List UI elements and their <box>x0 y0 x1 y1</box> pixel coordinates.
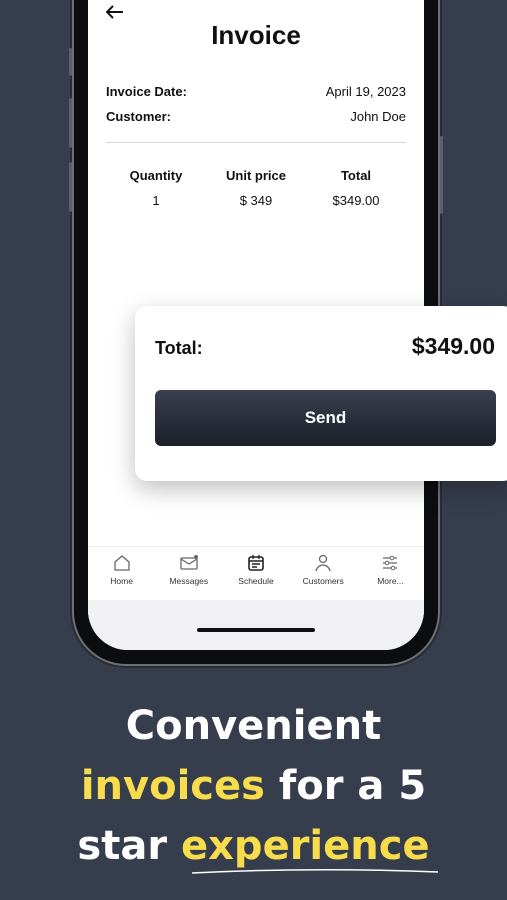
mail-icon <box>180 555 198 570</box>
header-unit-price: Unit price <box>226 168 286 183</box>
headline-line-2: invoices for a 5 <box>0 756 507 816</box>
send-button[interactable]: Send <box>155 390 496 446</box>
header-quantity: Quantity <box>129 168 183 183</box>
customer-label: Customer: <box>106 109 172 124</box>
tab-customers-label: Customers <box>302 576 344 586</box>
power-button <box>440 136 443 214</box>
cell-unit-price: $ 349 <box>239 193 273 208</box>
total-value: $349.00 <box>411 333 495 359</box>
tab-customers[interactable]: Customers <box>290 547 357 600</box>
tab-schedule-label: Schedule <box>238 576 274 586</box>
total-label: Total: <box>155 338 203 358</box>
tab-schedule[interactable]: Schedule <box>222 547 289 600</box>
headline-highlight-invoices: invoices <box>80 763 265 809</box>
page-title: Invoice <box>211 20 301 50</box>
invoice-date-label: Invoice Date: <box>106 84 187 99</box>
headline-line-1: Convenient <box>125 703 382 749</box>
sliders-icon <box>383 555 398 571</box>
invoice-date-value: April 19, 2023 <box>325 84 406 99</box>
bottom-tab-bar: Home Messages Schedule Customers More... <box>88 546 424 600</box>
tab-messages-label: Messages <box>169 576 209 586</box>
home-icon <box>113 555 130 571</box>
underline-stroke <box>191 868 439 874</box>
tab-more[interactable]: More... <box>357 547 424 600</box>
invoice-date-row: Invoice Date: April 19, 2023 <box>106 84 406 99</box>
customer-row: Customer: John Doe <box>106 109 406 124</box>
total-card: Total: $349.00 Send <box>135 306 507 481</box>
volume-up-button <box>69 98 72 148</box>
tab-home-label: Home <box>110 576 133 586</box>
home-indicator-area <box>88 600 424 650</box>
table-row: 1 $ 349 $349.00 <box>106 193 406 208</box>
headline-line-3-start: star <box>77 823 181 869</box>
line-items-table: Quantity Unit price Total 1 $ 349 $349.0… <box>106 168 406 218</box>
headline-highlight-experience: experience <box>181 823 430 869</box>
header-total: Total <box>340 168 372 183</box>
marketing-headline: Convenient invoices for a 5 star experie… <box>0 696 507 876</box>
mute-switch <box>69 48 72 76</box>
calendar-icon <box>248 555 264 571</box>
divider <box>106 142 406 143</box>
cell-total: $349.00 <box>332 193 380 208</box>
tab-home[interactable]: Home <box>88 547 155 600</box>
table-header: Quantity Unit price Total <box>106 168 406 183</box>
person-icon <box>315 554 331 572</box>
tab-more-label: More... <box>377 576 404 586</box>
volume-down-button <box>69 162 72 212</box>
customer-value: John Doe <box>350 109 406 124</box>
cell-quantity: 1 <box>152 193 160 208</box>
tab-messages[interactable]: Messages <box>155 547 222 600</box>
headline-line-2-rest: for a 5 <box>264 763 427 809</box>
home-indicator[interactable] <box>197 628 315 632</box>
